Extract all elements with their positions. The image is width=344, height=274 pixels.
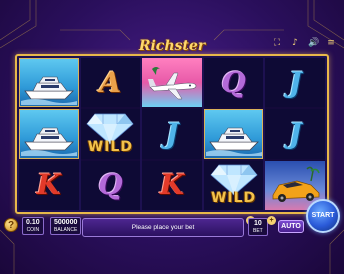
coin-box[interactable]: 0.10 COIN xyxy=(22,217,44,235)
reel-5: J J xyxy=(265,58,325,210)
bet-label: BET xyxy=(253,228,263,234)
wild-label: WILD xyxy=(87,138,133,155)
yacht-icon xyxy=(20,127,77,156)
fullscreen-icon[interactable]: ⛶ xyxy=(272,38,282,48)
reel-4: Q WILD xyxy=(203,58,264,210)
top-controls: ⛶ ♪ 🔊 ≡ xyxy=(272,38,336,48)
help-button[interactable]: ? xyxy=(4,218,18,232)
wild-label: WILD xyxy=(210,189,257,206)
balance-display: 500000 BALANCE xyxy=(50,217,82,235)
symbol-a: A xyxy=(80,58,141,108)
coin-display: 0.10 COIN xyxy=(22,217,44,235)
bet-display: 10 BET xyxy=(248,218,268,236)
letter-j: J xyxy=(288,65,302,99)
letter-q: Q xyxy=(221,65,246,99)
symbol-wild: WILD xyxy=(203,160,264,210)
symbol-k: K xyxy=(19,160,79,210)
symbol-k: K xyxy=(142,160,202,210)
game-logo: Richster xyxy=(138,38,206,54)
auto-button[interactable]: AUTO xyxy=(278,220,304,233)
start-button[interactable]: START xyxy=(306,199,340,233)
bet-plus-button[interactable]: + xyxy=(267,216,276,225)
menu-icon[interactable]: ≡ xyxy=(326,38,336,48)
reel-2: A WILD Q xyxy=(80,58,141,210)
symbol-yacht xyxy=(19,58,79,108)
letter-k: K xyxy=(36,168,61,202)
symbol-yacht xyxy=(19,109,79,159)
message-bar: Please place your bet xyxy=(82,218,244,237)
reel-1: K xyxy=(19,58,79,210)
balance-label: BALANCE xyxy=(54,227,78,233)
music-icon[interactable]: ♪ xyxy=(290,38,300,48)
letter-k: K xyxy=(159,168,185,202)
reel-3: J K xyxy=(142,58,202,210)
bet-box: 10 BET xyxy=(248,218,268,236)
symbol-j: J xyxy=(265,58,325,108)
reels-area: K A WILD Q J K Q WILD J J xyxy=(15,54,329,214)
symbol-q: Q xyxy=(80,160,141,210)
yacht-icon xyxy=(205,127,262,156)
balance-value: 500000 xyxy=(54,219,78,226)
letter-a: A xyxy=(99,65,122,99)
symbol-wild: WILD xyxy=(80,109,141,159)
sound-icon[interactable]: 🔊 xyxy=(308,38,319,48)
coin-value: 0.10 xyxy=(26,219,40,226)
coin-label: COIN xyxy=(26,227,40,233)
control-panel: ? 0.10 COIN 500000 BALANCE Please place … xyxy=(0,199,344,274)
symbol-jet xyxy=(142,58,202,108)
bet-value: 10 xyxy=(253,220,262,227)
letter-j: J xyxy=(165,116,179,150)
letter-j: J xyxy=(288,116,302,150)
balance-box: 500000 BALANCE xyxy=(50,217,82,235)
symbol-q: Q xyxy=(203,58,264,108)
symbol-yacht xyxy=(203,109,264,159)
jet-icon xyxy=(147,66,197,99)
letter-q: Q xyxy=(98,168,123,202)
symbol-j: J xyxy=(142,109,202,159)
symbol-j: J xyxy=(265,109,325,159)
yacht-icon xyxy=(20,76,77,105)
